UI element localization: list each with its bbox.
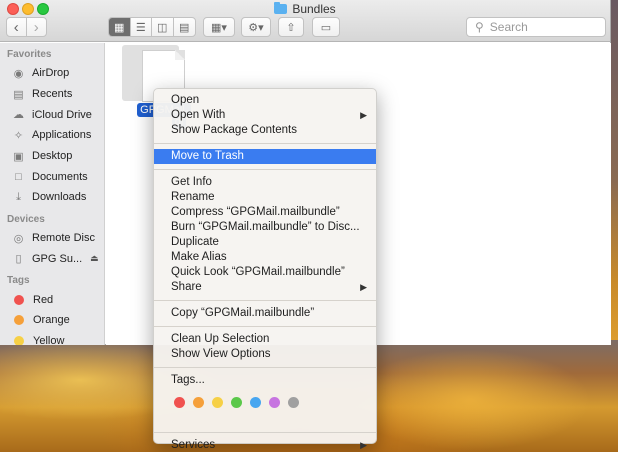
share-icon: ⇧	[286, 21, 296, 34]
column-view-button[interactable]: ◫	[152, 18, 174, 36]
action-button[interactable]: ⚙▾	[241, 17, 271, 37]
columns-icon: ◫	[157, 21, 168, 34]
sidebar-header-tags: Tags	[7, 275, 30, 287]
grid-icon: ▦	[114, 21, 125, 34]
menu-separator	[154, 169, 376, 170]
context-menu: Open Open With ▶ Show Package Contents Mo…	[153, 88, 377, 451]
red-tag-icon	[14, 294, 24, 305]
orange-tag-icon	[14, 315, 24, 326]
sidebar-item-gpg-suite[interactable]: ▯ GPG Su... ⏏	[0, 249, 104, 270]
menu-item-show-view-options[interactable]: Show View Options	[154, 347, 376, 362]
menu-item-services[interactable]: Services ▶	[154, 438, 376, 452]
disc-icon: ◎	[13, 232, 24, 245]
menu-separator	[154, 432, 376, 433]
sidebar-item-airdrop[interactable]: ◉ AirDrop	[0, 63, 104, 84]
menu-item-rename[interactable]: Rename	[154, 190, 376, 205]
sidebar-item-downloads[interactable]: ⤓ Downloads	[0, 187, 104, 208]
cloud-icon: ☁	[13, 109, 24, 122]
documents-icon: □	[15, 170, 22, 183]
eject-icon[interactable]: ⏏	[90, 253, 99, 264]
yellow-tag-icon	[14, 335, 24, 345]
submenu-arrow-icon: ▶	[360, 110, 367, 120]
sidebar-item-applications[interactable]: ✧ Applications	[0, 125, 104, 146]
menu-item-get-info[interactable]: Get Info	[154, 175, 376, 190]
menu-item-burn[interactable]: Burn “GPGMail.mailbundle” to Disc...	[154, 220, 376, 235]
view-mode-control: ▦ ☰ ◫ ▤	[108, 17, 196, 37]
airdrop-icon: ◉	[13, 67, 24, 80]
sidebar: Favorites ◉ AirDrop ▤ Recents ☁ iCloud Driv…	[0, 43, 105, 345]
sidebar-item-remote-disc[interactable]: ◎ Remote Disc	[0, 228, 104, 249]
tag-color-circle[interactable]	[212, 396, 223, 408]
window-title: Bundles	[0, 2, 610, 16]
applications-icon: ✧	[13, 129, 24, 142]
submenu-arrow-icon: ▶	[360, 282, 367, 292]
tag-color-row	[154, 394, 376, 410]
menu-item-move-to-trash[interactable]: Move to Trash	[154, 149, 376, 164]
recents-icon: ▤	[13, 88, 24, 101]
gallery-icon: ▤	[179, 21, 190, 34]
sidebar-item-icloud-drive[interactable]: ☁ iCloud Drive	[0, 104, 104, 125]
menu-item-compress[interactable]: Compress “GPGMail.mailbundle”	[154, 205, 376, 220]
tags-button[interactable]: ▭	[312, 17, 340, 37]
sidebar-header-devices: Devices	[7, 213, 45, 225]
desktop-icon: ▣	[13, 150, 24, 163]
gallery-view-button[interactable]: ▤	[174, 18, 195, 36]
tag-color-circle[interactable]	[231, 396, 242, 408]
list-icon: ☰	[135, 21, 146, 34]
chevron-right-icon: ›	[33, 18, 39, 36]
menu-item-clean-up-selection[interactable]: Clean Up Selection	[154, 332, 376, 347]
forward-button[interactable]: ›	[27, 18, 46, 36]
tag-color-circle[interactable]	[288, 396, 299, 408]
group-icon: ▦▾	[211, 21, 227, 34]
list-view-button[interactable]: ☰	[131, 18, 152, 36]
group-button[interactable]: ▦▾	[203, 17, 235, 37]
menu-separator	[154, 326, 376, 327]
titlebar: Bundles ‹ › ▦ ☰ ◫ ▤ ▦▾ ⚙▾ ⇧ ▭ ⚲	[0, 0, 610, 42]
tag-color-circle[interactable]	[269, 396, 280, 408]
menu-item-duplicate[interactable]: Duplicate	[154, 235, 376, 250]
sidebar-item-tag-red[interactable]: Red	[0, 289, 104, 310]
menu-item-tags[interactable]: Tags...	[154, 373, 376, 388]
folder-icon	[274, 2, 288, 14]
menu-item-open-with[interactable]: Open With ▶	[154, 108, 376, 123]
tag-color-circle[interactable]	[174, 396, 185, 408]
drive-icon: ▯	[15, 253, 22, 266]
sidebar-header-favorites: Favorites	[7, 49, 52, 60]
sidebar-item-recents[interactable]: ▤ Recents	[0, 84, 104, 105]
menu-item-make-alias[interactable]: Make Alias	[154, 250, 376, 265]
menu-item-open[interactable]: Open	[154, 93, 376, 108]
menu-separator	[154, 143, 376, 144]
menu-separator	[154, 367, 376, 368]
search-input[interactable]	[489, 20, 600, 34]
search-field[interactable]: ⚲	[466, 17, 606, 37]
tag-color-circle[interactable]	[250, 396, 261, 408]
menu-separator	[154, 300, 376, 301]
search-icon: ⚲	[475, 20, 484, 34]
share-button[interactable]: ⇧	[278, 17, 304, 37]
downloads-icon: ⤓	[16, 190, 21, 203]
sidebar-item-documents[interactable]: □ Documents	[0, 166, 104, 187]
nav-buttons: ‹ ›	[6, 17, 47, 37]
menu-item-share[interactable]: Share ▶	[154, 280, 376, 295]
sidebar-item-tag-yellow[interactable]: Yellow	[0, 331, 104, 345]
menu-item-quick-look[interactable]: Quick Look “GPGMail.mailbundle”	[154, 265, 376, 280]
sidebar-item-desktop[interactable]: ▣ Desktop	[0, 146, 104, 167]
submenu-arrow-icon: ▶	[360, 440, 367, 450]
sidebar-item-tag-orange[interactable]: Orange	[0, 310, 104, 331]
chevron-left-icon: ‹	[13, 18, 19, 36]
menu-item-copy[interactable]: Copy “GPGMail.mailbundle”	[154, 306, 376, 321]
tag-color-circle[interactable]	[193, 396, 204, 408]
menu-item-show-package-contents[interactable]: Show Package Contents	[154, 123, 376, 138]
gear-icon: ⚙▾	[248, 21, 264, 34]
icon-view-button[interactable]: ▦	[109, 18, 131, 36]
back-button[interactable]: ‹	[7, 18, 27, 36]
tag-icon: ▭	[320, 21, 332, 34]
